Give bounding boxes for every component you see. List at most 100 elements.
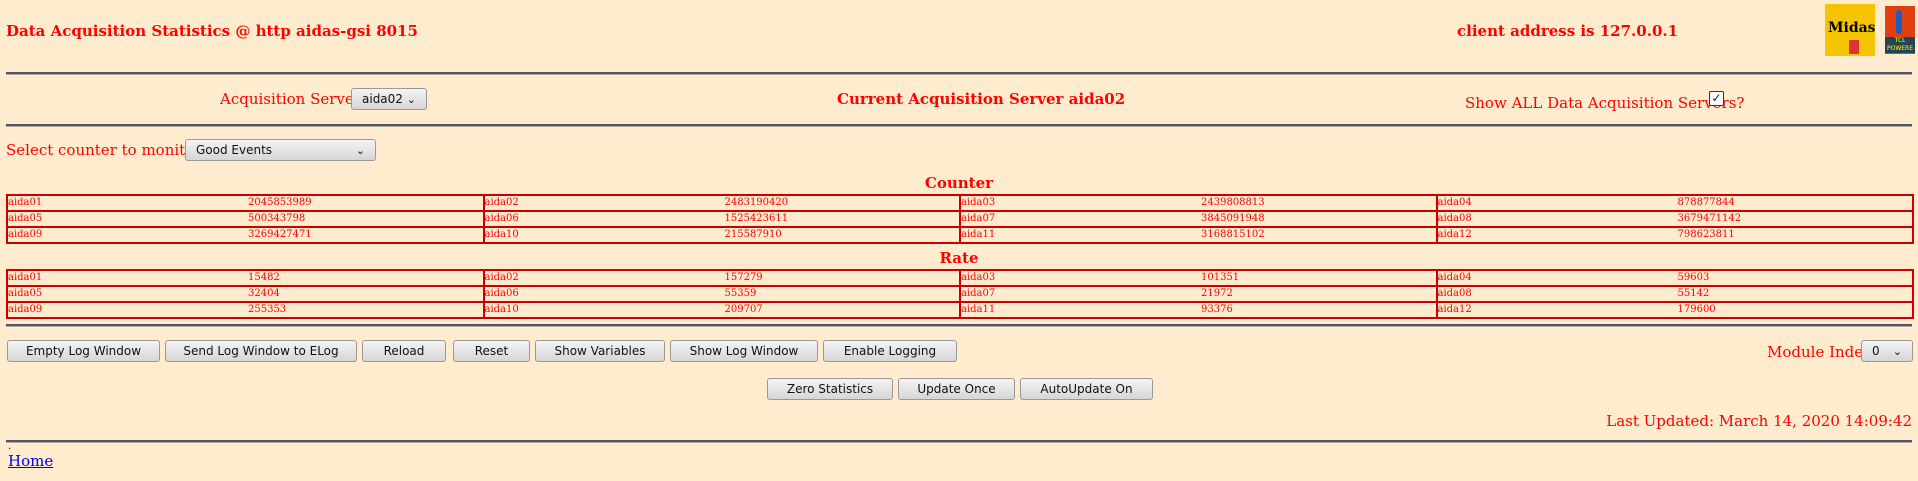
server-cell: aida07 3845091948	[959, 212, 1436, 226]
client-address: client address is 127.0.0.1	[1457, 22, 1679, 40]
server-cell: aida01 15482	[8, 271, 483, 285]
counter-table: aida01 2045853989 aida02 2483190420 aida03 24…	[6, 194, 1914, 244]
counter-select[interactable]: Good Events ⌄	[185, 139, 376, 161]
show-variables-button[interactable]: Show Variables	[535, 340, 665, 362]
server-cell: aida12 798623811	[1435, 228, 1913, 242]
server-name: aida06	[484, 288, 519, 299]
last-updated: Last Updated: March 14, 2020 14:09:42	[1606, 412, 1912, 430]
acquisition-server-value: aida02	[362, 92, 403, 106]
empty-log-window-button[interactable]: Empty Log Window	[7, 340, 160, 362]
server-value: 255353	[248, 304, 287, 315]
server-cell: aida05 32404	[8, 287, 483, 301]
server-name: aida05	[8, 213, 43, 224]
home-link[interactable]: Home	[8, 452, 53, 470]
counter-heading: Counter	[924, 174, 994, 192]
server-value: 32404	[248, 288, 280, 299]
table-row: aida09 255353 aida10 209707 aida11 93376 aida1…	[8, 301, 1912, 317]
show-log-window-button[interactable]: Show Log Window	[670, 340, 818, 362]
server-cell: aida06 55359	[482, 287, 960, 301]
server-cell: aida11 3168815102	[959, 228, 1436, 242]
server-cell: aida02 2483190420	[482, 196, 960, 210]
chevron-down-icon: ⌄	[355, 143, 365, 157]
module-index-label: Module Index	[1767, 343, 1872, 361]
server-name: aida10	[484, 229, 519, 240]
tcl-logo: TCL POWERED	[1885, 6, 1915, 54]
server-value: 55359	[724, 288, 757, 299]
server-cell: aida09 255353	[8, 303, 483, 317]
zero-statistics-button[interactable]: Zero Statistics	[767, 378, 893, 400]
server-value: 59603	[1677, 272, 1710, 283]
divider	[6, 440, 1912, 443]
server-value: 500343798	[248, 213, 306, 224]
server-cell: aida12 179600	[1435, 303, 1913, 317]
server-cell: aida08 3679471142	[1435, 212, 1913, 226]
server-value: 2045853989	[248, 197, 312, 208]
server-name: aida07	[961, 288, 996, 299]
dot-text: .	[8, 441, 12, 452]
server-cell: aida04 878877844	[1435, 196, 1913, 210]
server-value: 3679471142	[1677, 213, 1742, 224]
server-cell: aida10 215587910	[482, 228, 960, 242]
midas-logo-text: Midas	[1828, 20, 1876, 36]
update-once-button[interactable]: Update Once	[898, 378, 1015, 400]
table-row: aida05 500343798 aida06 1525423611 aida07 384…	[8, 210, 1912, 226]
show-all-servers-label: Show ALL Data Acquisition Servers?	[1465, 94, 1745, 112]
server-name: aida04	[1437, 197, 1472, 208]
reload-button[interactable]: Reload	[362, 340, 446, 362]
acquisition-server-select[interactable]: aida02 ⌄	[351, 88, 427, 110]
reset-button[interactable]: Reset	[453, 340, 530, 362]
server-cell: aida01 2045853989	[8, 196, 483, 210]
server-value: 2483190420	[724, 197, 789, 208]
server-cell: aida03 2439808813	[959, 196, 1436, 210]
server-name: aida02	[484, 272, 519, 283]
server-value: 798623811	[1677, 229, 1735, 240]
server-cell: aida04 59603	[1435, 271, 1913, 285]
server-value: 215587910	[724, 229, 782, 240]
divider	[6, 124, 1912, 127]
table-row: aida05 32404 aida06 55359 aida07 21972 aida08 5…	[8, 285, 1912, 301]
server-name: aida03	[961, 197, 996, 208]
send-log-to-elog-button[interactable]: Send Log Window to ELog	[165, 340, 357, 362]
server-name: aida06	[484, 213, 519, 224]
server-cell: aida03 101351	[959, 271, 1436, 285]
tcl-logo-text: TCL POWERED	[1885, 37, 1915, 53]
server-value: 2439808813	[1201, 197, 1265, 208]
divider	[6, 324, 1912, 327]
server-name: aida11	[961, 229, 996, 240]
current-server: Current Acquisition Server aida02	[837, 90, 1126, 108]
server-name: aida05	[8, 288, 43, 299]
table-row: aida01 2045853989 aida02 2483190420 aida03 24…	[8, 196, 1912, 210]
server-name: aida07	[961, 213, 996, 224]
chevron-down-icon: ⌄	[1892, 344, 1902, 358]
midas-logo: Midas	[1825, 4, 1876, 56]
rate-heading: Rate	[939, 249, 979, 267]
server-cell: aida05 500343798	[8, 212, 483, 226]
server-value: 179600	[1677, 304, 1716, 315]
server-name: aida08	[1437, 288, 1472, 299]
server-cell: aida02 157279	[482, 271, 960, 285]
server-value: 15482	[248, 272, 280, 283]
module-index-select[interactable]: 0 ⌄	[1861, 340, 1913, 362]
server-cell: aida06 1525423611	[482, 212, 960, 226]
counter-select-value: Good Events	[196, 143, 273, 157]
server-name: aida09	[8, 304, 43, 315]
server-cell: aida09 3269427471	[8, 228, 483, 242]
server-value: 93376	[1201, 304, 1233, 315]
server-cell: aida10 209707	[482, 303, 960, 317]
server-name: aida11	[961, 304, 996, 315]
rate-table: aida01 15482 aida02 157279 aida03 101351 aida0…	[6, 269, 1914, 319]
server-cell: aida11 93376	[959, 303, 1436, 317]
enable-logging-button[interactable]: Enable Logging	[823, 340, 957, 362]
server-name: aida10	[484, 304, 519, 315]
server-value: 157279	[724, 272, 763, 283]
server-name: aida08	[1437, 213, 1472, 224]
table-row: aida09 3269427471 aida10 215587910 aida11 316…	[8, 226, 1912, 242]
counter-select-label: Select counter to monitor	[6, 141, 202, 159]
server-value: 1525423611	[724, 213, 789, 224]
server-value: 878877844	[1677, 197, 1735, 208]
server-value: 55142	[1677, 288, 1710, 299]
server-name: aida04	[1437, 272, 1472, 283]
show-all-servers-checkbox[interactable]: ✓	[1709, 91, 1724, 106]
autoupdate-button[interactable]: AutoUpdate On	[1020, 378, 1153, 400]
server-value: 3168815102	[1201, 229, 1265, 240]
